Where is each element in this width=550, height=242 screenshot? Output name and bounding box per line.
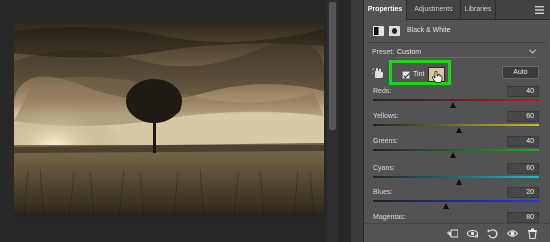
cyans-label: Cyans: [373,165,395,172]
tint-row: Tint Auto [364,60,550,86]
canvas-vertical-scrollbar[interactable] [327,0,338,242]
tab-libraries[interactable]: Libraries [461,0,496,20]
panel-tab-bar: Properties Adjustments Libraries [364,0,550,21]
cyans-slider-track[interactable] [373,176,539,178]
cyans-slider-thumb[interactable] [456,179,463,185]
preset-row: Preset: Custom [364,46,550,60]
adjustment-layer-icon[interactable] [373,26,384,36]
preset-dropdown[interactable]: Custom [395,47,537,58]
yellows-slider-track[interactable] [373,124,539,126]
greens-value-field[interactable]: 40 [507,136,539,147]
mask-icon[interactable] [389,26,400,36]
sepia-landscape-image [14,21,324,217]
visibility-eye-icon[interactable] [507,228,518,239]
magentas-label: Magentas: [373,214,406,221]
divider [368,42,546,43]
document-canvas-area[interactable] [0,0,350,242]
reds-label: Reds: [373,88,392,95]
preset-label: Preset: [372,49,395,56]
landscape-photo [14,21,324,217]
tint-highlight-box: Tint [389,60,451,85]
view-previous-state-icon[interactable] [467,228,478,239]
panel-menu-icon[interactable] [535,6,544,14]
reds-value-field[interactable]: 40 [507,86,539,97]
yellows-value-field[interactable]: 60 [507,111,539,122]
adjustment-header: Black & White [364,21,550,41]
blues-slider-thumb[interactable] [443,203,450,209]
chevron-down-icon [529,49,536,54]
blues-value-field[interactable]: 20 [507,187,539,198]
yellows-slider-thumb[interactable] [456,127,463,133]
reds-slider-thumb[interactable] [449,102,456,108]
pointer-hand-cursor-icon [432,71,443,83]
panel-dock-strip [350,0,364,242]
tab-adjustments[interactable]: Adjustments [407,0,461,20]
reset-icon[interactable] [487,228,498,239]
yellows-label: Yellows: [373,113,399,120]
properties-panel: Properties Adjustments Libraries Black &… [364,0,550,242]
greens-slider-track[interactable] [373,149,539,151]
magentas-value-field[interactable]: 80 [507,212,539,223]
panel-bottom-toolbar [364,223,550,242]
reds-slider-track[interactable] [373,99,539,101]
tint-color-swatch[interactable] [428,67,445,83]
targeted-adjustment-hand-icon[interactable] [372,67,384,79]
adjustment-title: Black & White [407,27,451,34]
greens-slider-thumb[interactable] [449,152,456,158]
tab-properties[interactable]: Properties [364,0,407,21]
tint-checkbox[interactable] [402,71,410,79]
preset-value: Custom [397,49,422,56]
greens-label: Greens: [373,138,398,145]
clip-to-layer-icon[interactable] [447,228,458,239]
blues-slider-track[interactable] [373,200,539,202]
blues-label: Blues: [373,189,393,196]
auto-button[interactable]: Auto [502,66,539,79]
tint-label: Tint [413,71,425,78]
cyans-value-field[interactable]: 60 [507,163,539,174]
delete-trash-icon[interactable] [527,228,538,239]
scrollbar-thumb[interactable] [329,2,336,130]
slider-row-greens: Greens: 40 [364,136,550,165]
